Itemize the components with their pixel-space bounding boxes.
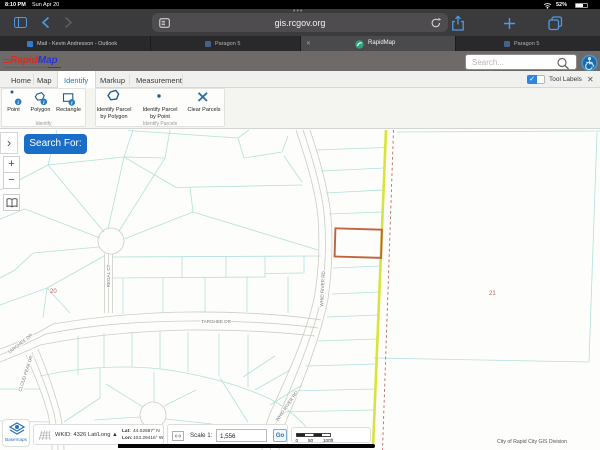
- svg-text:21: 21: [489, 291, 496, 297]
- svg-text:TARGHEE DR: TARGHEE DR: [201, 319, 231, 324]
- svg-text:REGAL CT: REGAL CT: [106, 264, 111, 287]
- svg-text:20: 20: [50, 289, 57, 295]
